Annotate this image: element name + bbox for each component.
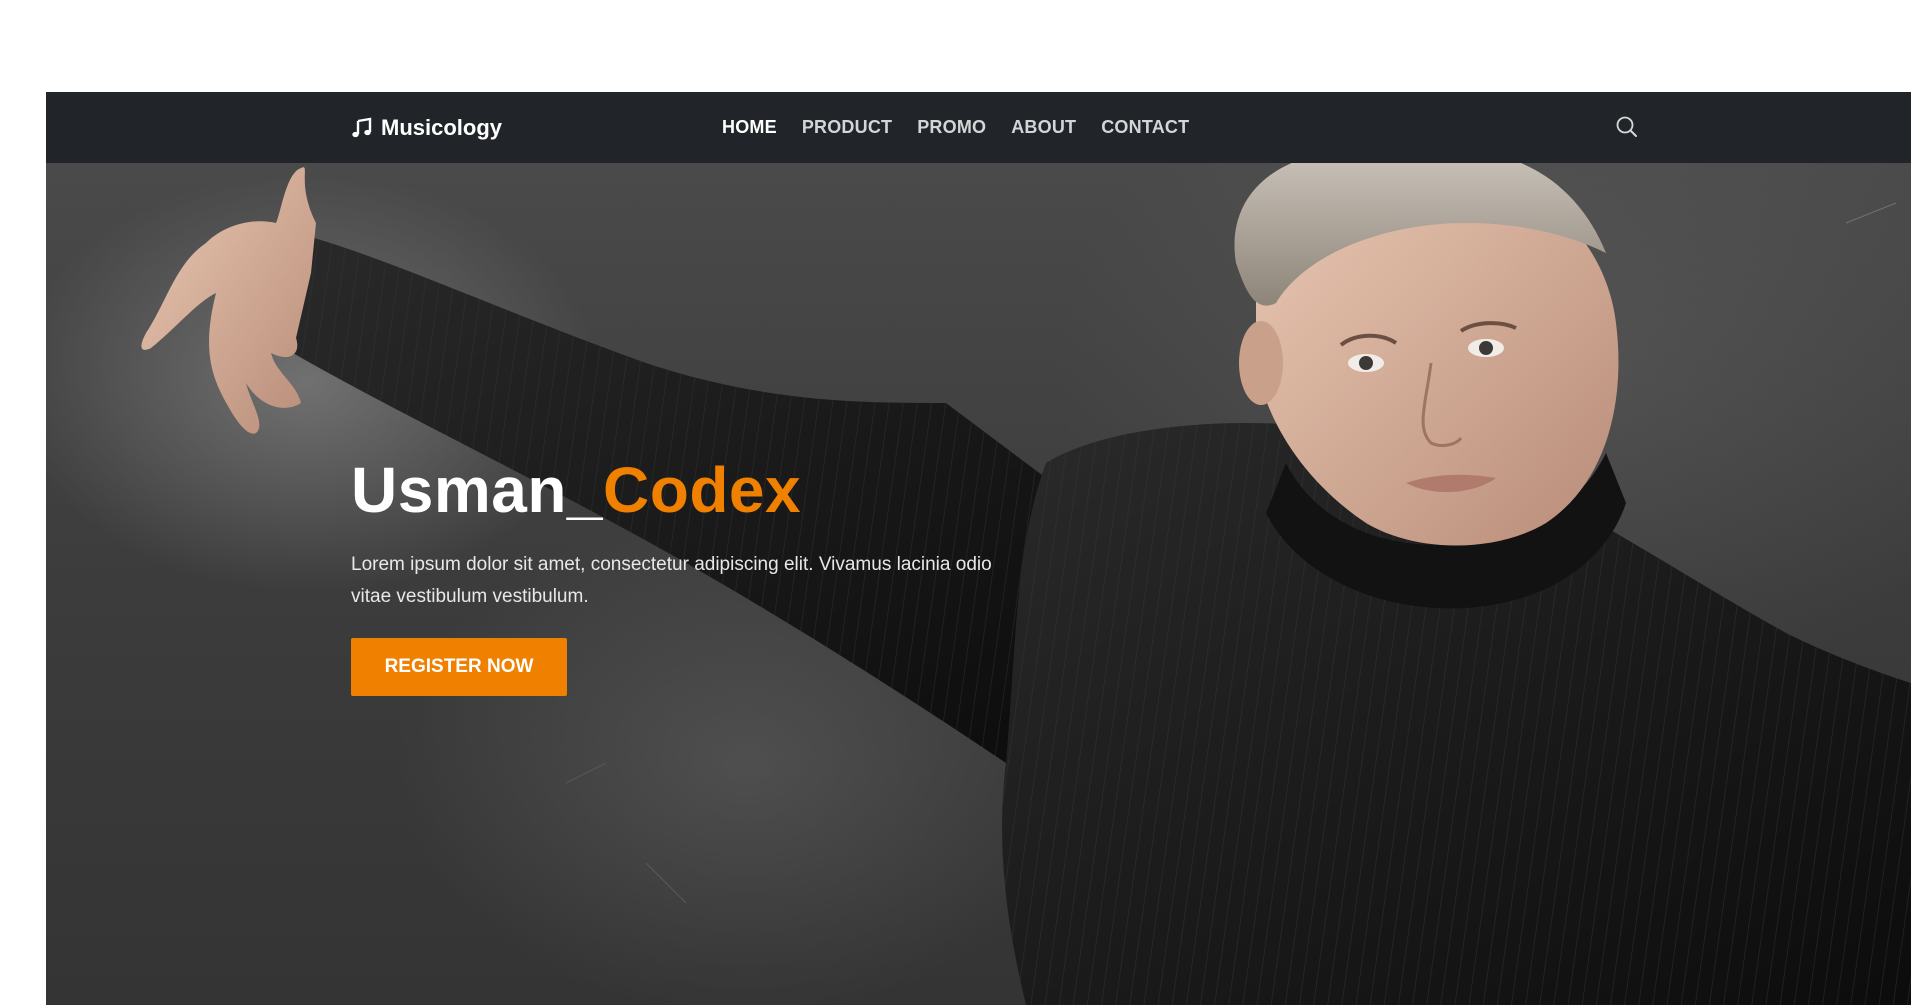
main-nav: HOME PRODUCT PROMO ABOUT CONTACT xyxy=(722,92,1214,163)
music-note-icon xyxy=(351,117,373,139)
navbar: Musicology HOME PRODUCT PROMO ABOUT CONT… xyxy=(46,92,1911,163)
search-button[interactable] xyxy=(1613,113,1641,141)
nav-item-promo[interactable]: PROMO xyxy=(917,117,986,138)
nav-item-product[interactable]: PRODUCT xyxy=(802,117,892,138)
nav-item-home[interactable]: HOME xyxy=(722,117,777,138)
nav-item-contact[interactable]: CONTACT xyxy=(1101,117,1189,138)
brand-link[interactable]: Musicology xyxy=(351,92,502,163)
hero-description: Lorem ipsum dolor sit amet, consectetur … xyxy=(351,554,992,607)
brand-name: Musicology xyxy=(381,114,503,140)
hero-title-main: Usman_ xyxy=(351,454,603,526)
search-icon xyxy=(1616,116,1637,137)
nav-item-about[interactable]: ABOUT xyxy=(1011,117,1076,138)
hero-title: Usman_Codex xyxy=(351,453,1051,527)
register-now-button[interactable]: REGISTER NOW xyxy=(351,638,567,696)
page-frame: Musicology HOME PRODUCT PROMO ABOUT CONT… xyxy=(46,92,1911,1005)
hero-content: Usman_Codex Lorem ipsum dolor sit amet, … xyxy=(351,453,1051,696)
hero-section: Usman_Codex Lorem ipsum dolor sit amet, … xyxy=(46,163,1911,1005)
hero-title-accent: Codex xyxy=(603,454,802,526)
